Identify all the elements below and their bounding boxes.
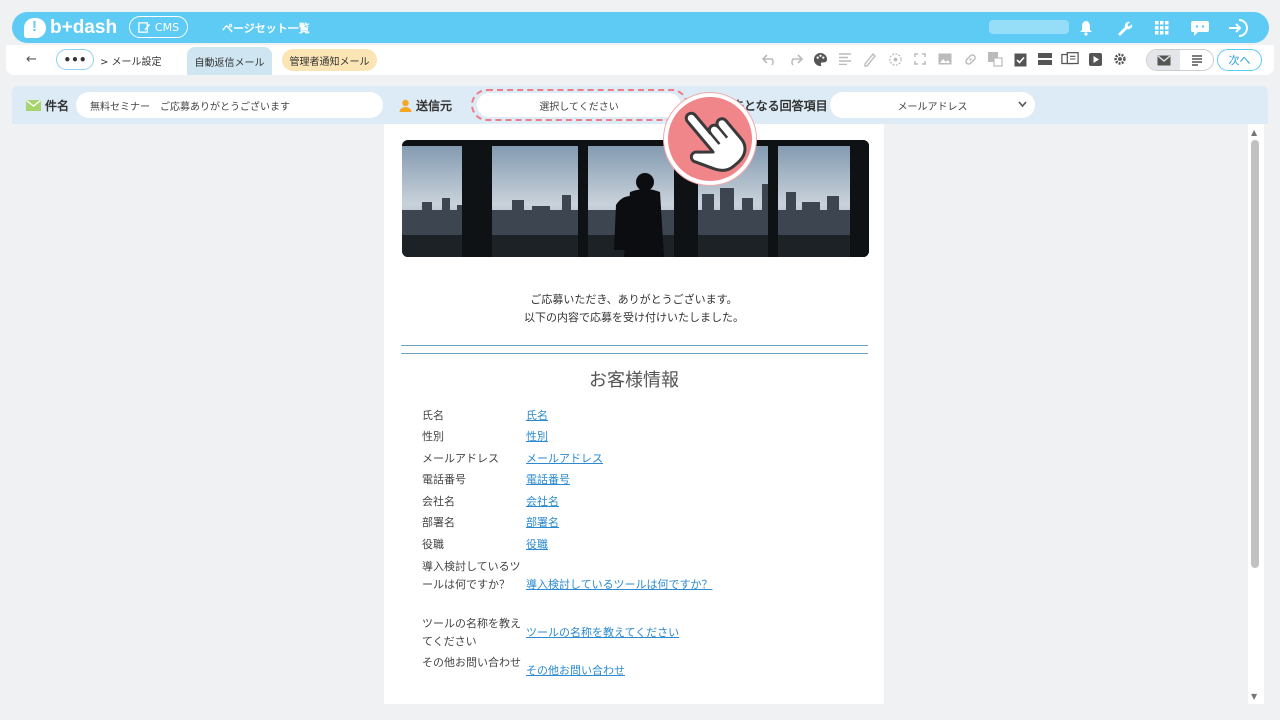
row-value-tool-name[interactable]: ツールの名称を教えてください (526, 624, 679, 642)
expand-icon[interactable] (911, 50, 929, 68)
row-label-name: 氏名 (422, 409, 444, 422)
palette-icon[interactable] (811, 50, 829, 68)
logo-bubble-icon (24, 18, 46, 38)
scroll-thumb[interactable] (1251, 140, 1259, 568)
top-header: b+dash CMS ページセット一覧 (12, 12, 1269, 43)
row-value-phone[interactable]: 電話番号 (526, 471, 570, 489)
logout-icon[interactable] (1227, 17, 1249, 39)
row-label-department: 部署名 (422, 516, 455, 529)
thanks-line-2: 以下の内容で応募を受け付けいたしました。 (524, 311, 744, 324)
divider-top (401, 345, 868, 346)
row-value-other[interactable]: その他お問い合わせ (526, 662, 625, 680)
row-label-phone: 電話番号 (422, 473, 466, 486)
row-value-company[interactable]: 会社名 (526, 493, 559, 511)
subject-label-group: 件名 (26, 97, 69, 114)
mail-field-bar: 件名 無料セミナー ご応募ありがとうございます 送信元 選択してください 先とな… (12, 86, 1268, 124)
tab-admin-notify[interactable]: 管理者通知メール (282, 49, 377, 71)
tab-auto-reply[interactable]: 自動返信メール (187, 47, 272, 75)
settings-gear-icon[interactable] (1111, 50, 1129, 68)
row-value-email[interactable]: メールアドレス (526, 450, 603, 468)
scroll-down-icon[interactable]: ▼ (1251, 692, 1257, 701)
next-button[interactable]: 次へ (1217, 49, 1262, 71)
answer-field-select[interactable]: メールアドレス (830, 92, 1035, 118)
subject-input[interactable]: 無料セミナー ご応募ありがとうございます (76, 92, 383, 118)
chevron-down-icon (1018, 101, 1027, 108)
multi-column-icon[interactable] (1061, 50, 1079, 68)
view-toggle (1146, 49, 1214, 71)
row-value-title[interactable]: 役職 (526, 536, 548, 554)
brand-logo[interactable]: b+dash (24, 16, 117, 40)
text-view-button[interactable] (1180, 50, 1213, 70)
tutorial-pointer (664, 93, 756, 185)
row-label-tool-name: ツールの名称を教えてください (422, 617, 521, 648)
row-label-title: 役職 (422, 538, 444, 551)
vertical-scrollbar[interactable]: ▲ ▼ (1248, 124, 1264, 704)
edit-icon (138, 21, 150, 33)
row-label-tool: 導入検討しているツールは何ですか？ (422, 560, 521, 591)
mail-icon (1157, 54, 1170, 65)
row-value-name[interactable]: 氏名 (526, 407, 548, 425)
thanks-line-1: ご応募いただき、ありがとうございます。 (530, 293, 738, 306)
envelope-icon (26, 100, 41, 111)
city-skyline-image (402, 140, 869, 257)
target-icon[interactable] (886, 50, 904, 68)
email-preview: ご応募いただき、ありがとうございます。 以下の内容で応募を受け付けいたしました。… (384, 124, 884, 704)
person-icon (399, 99, 412, 112)
divider-bottom (401, 353, 868, 354)
row-value-department[interactable]: 部署名 (526, 514, 559, 532)
sender-select[interactable]: 選択してください (477, 93, 681, 117)
wrench-icon[interactable] (1113, 17, 1135, 39)
sender-label: 送信元 (416, 99, 453, 113)
cms-button[interactable]: CMS (129, 16, 188, 38)
mail-view-button[interactable] (1147, 50, 1180, 70)
row-label-other: その他お問い合わせ (422, 656, 521, 669)
app-window: b+dash CMS ページセット一覧 ← (0, 0, 1280, 720)
user-name-blurred (989, 20, 1069, 34)
row-label-company: 会社名 (422, 495, 455, 508)
checklist-icon[interactable] (1011, 50, 1029, 68)
answer-field-value: メールアドレス (897, 101, 968, 113)
divider-block-icon[interactable] (1036, 50, 1054, 68)
row-label-email: メールアドレス (422, 452, 499, 465)
subject-label: 件名 (45, 99, 70, 113)
grid-apps-icon[interactable] (1151, 17, 1173, 39)
customer-info-title: お客様情報 (589, 370, 679, 391)
redo-icon[interactable] (786, 50, 804, 68)
support-chat-icon[interactable] (1189, 17, 1211, 39)
bell-icon[interactable] (1075, 17, 1097, 39)
image-icon[interactable] (936, 50, 954, 68)
scroll-up-icon[interactable]: ▲ (1251, 128, 1257, 137)
text-align-icon[interactable] (836, 50, 854, 68)
cms-label: CMS (154, 20, 180, 34)
undo-icon[interactable] (761, 50, 779, 68)
editor-toolbar: ← ••• > メール設定 自動返信メール 管理者通知メール 次へ (6, 45, 1274, 75)
image-link-icon[interactable] (986, 50, 1004, 68)
more-menu-button[interactable]: ••• (56, 49, 94, 70)
pen-icon[interactable] (861, 50, 879, 68)
page-set-link[interactable]: ページセット一覧 (222, 20, 310, 36)
sender-label-group: 送信元 (399, 97, 452, 114)
logo-text: b+dash (50, 17, 118, 38)
hand-pointer-icon (684, 111, 747, 172)
editor-canvas: ご応募いただき、ありがとうございます。 以下の内容で応募を受け付けいたしました。… (18, 124, 1247, 704)
row-value-tool[interactable]: 導入検討しているツールは何ですか？ (526, 576, 712, 594)
video-icon[interactable] (1086, 50, 1104, 68)
sender-highlight: 選択してください (471, 89, 688, 121)
row-label-gender: 性別 (422, 430, 444, 443)
lines-icon (1191, 54, 1202, 66)
row-value-gender[interactable]: 性別 (526, 428, 548, 446)
breadcrumb[interactable]: > メール設定 (100, 53, 162, 68)
link-icon[interactable] (961, 50, 979, 68)
hero-image[interactable] (402, 140, 869, 257)
back-arrow-icon[interactable]: ← (26, 52, 37, 67)
